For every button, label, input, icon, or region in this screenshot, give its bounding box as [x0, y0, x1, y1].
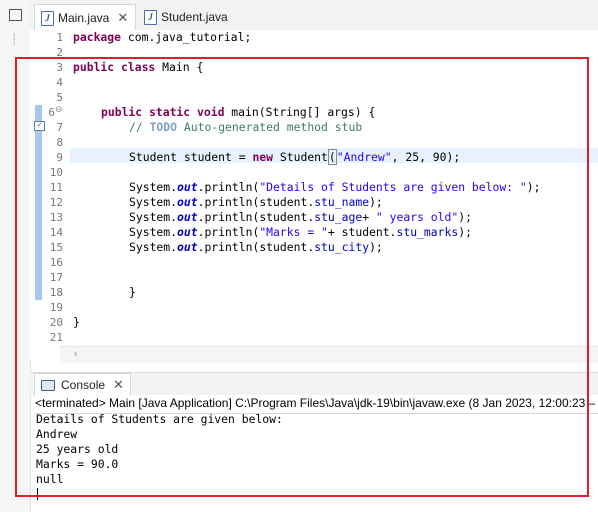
close-icon[interactable]: ✕: [117, 10, 128, 26]
highlight-annotation-box: [15, 57, 589, 497]
line-number: 1: [56, 31, 63, 44]
java-file-icon: J: [144, 9, 157, 25]
code-line: package com.java_tutorial;: [73, 30, 252, 44]
restore-view-icon[interactable]: [9, 9, 22, 21]
editor-tab-strip: J Main.java ✕ J Student.java: [30, 0, 598, 31]
tab-main-java[interactable]: J Main.java ✕: [34, 4, 136, 31]
java-file-icon: J: [41, 10, 54, 26]
tab-student-java[interactable]: J Student.java: [138, 4, 238, 30]
tab-label: Main.java: [58, 11, 110, 25]
view-menu-icon[interactable]: ⁞ ⁞: [13, 33, 17, 47]
tab-label: Student.java: [161, 10, 228, 24]
